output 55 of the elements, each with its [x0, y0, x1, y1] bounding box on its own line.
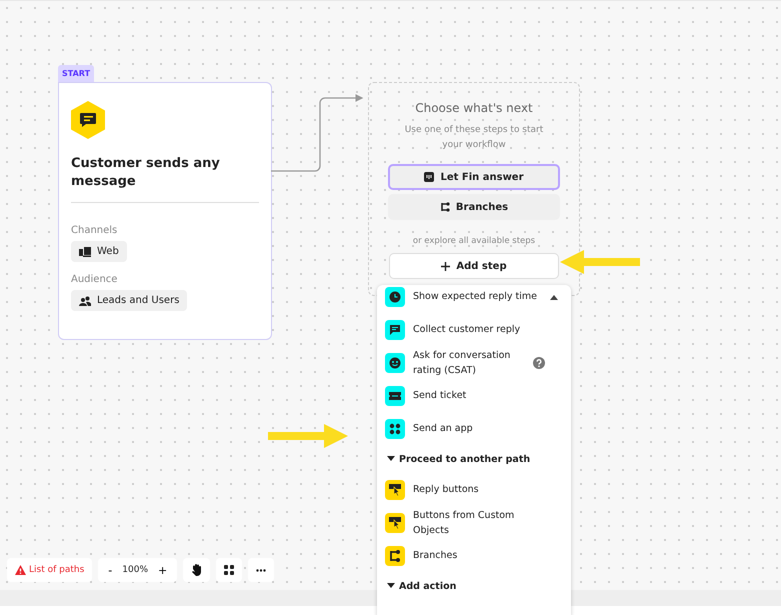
list-of-paths-button[interactable]: List of paths [7, 558, 92, 582]
menu-item-label: Collect customer reply [413, 323, 520, 337]
warning-icon [15, 565, 26, 575]
channels-label: Channels [71, 225, 118, 236]
step-option-button[interactable]: Branches [388, 194, 560, 220]
menu-item[interactable]: Send an app [385, 412, 545, 445]
menu-item[interactable]: Buttons from Custom Objects [385, 506, 545, 539]
step-option-button[interactable]: Let Fin answer [388, 164, 560, 190]
explore-hint: or explore all available steps [412, 236, 536, 246]
menu-item[interactable]: Branches [385, 539, 545, 572]
menu-item-label: Ask for conversation rating (CSAT) [413, 348, 512, 378]
audience-name: Leads and Users [97, 295, 180, 306]
grid-view-button[interactable] [216, 558, 242, 582]
triangle-down-icon [387, 456, 395, 462]
menu-section-header[interactable]: Add action [385, 572, 545, 600]
add-step-button[interactable]: Add step [389, 253, 559, 279]
triangle-down-icon [387, 583, 395, 589]
chat-bubble-icon [389, 324, 401, 336]
more-icon [256, 568, 266, 572]
branches-icon [389, 550, 401, 562]
plus-icon [441, 262, 450, 270]
start-badge: START [58, 65, 94, 82]
scroll-up-icon [550, 295, 558, 301]
menu-item[interactable]: Send ticket [385, 379, 545, 412]
menu-section-header[interactable]: Proceed to another path [385, 445, 545, 473]
trigger-title: Customer sends any message [71, 155, 259, 203]
channel-name: Web [97, 246, 119, 257]
menu-item[interactable]: Show expected reply time [385, 285, 545, 313]
audience-label: Audience [71, 274, 118, 285]
cursor-icon [389, 516, 401, 528]
chat-bubble-icon [71, 101, 105, 139]
menu-item-label: Send ticket [413, 389, 466, 403]
trigger-card[interactable]: Customer sends any message Channels Web Audience Leads and Users [58, 82, 272, 340]
menu-item[interactable]: Reply buttons [385, 473, 545, 506]
people-icon [79, 296, 91, 306]
menu-item[interactable]: Collect customer reply [385, 313, 545, 346]
smiley-icon [389, 356, 401, 368]
hand-icon [191, 564, 202, 576]
menu-item-label: Send an app [413, 422, 473, 436]
next-step-hint: Use one of these steps to start your workflow [404, 124, 544, 152]
menu-item-label: Reply buttons [413, 483, 479, 497]
ticket-icon [389, 390, 401, 402]
pan-tool-button[interactable] [183, 558, 210, 582]
branches-icon [440, 202, 450, 212]
four-dots-icon [389, 422, 401, 434]
cursor-icon [389, 484, 401, 496]
next-step-title: Choose what's next [415, 101, 533, 115]
menu-item-label: Show expected reply time [413, 290, 537, 304]
menu-item[interactable]: Ask for conversation rating (CSAT) [385, 346, 545, 379]
zoom-level: 100% [121, 565, 149, 575]
menu-item-label: Buttons from Custom Objects [413, 508, 516, 538]
devices-icon [79, 246, 91, 256]
four-squares-icon [224, 565, 234, 575]
clock-icon [389, 290, 401, 302]
menu-item-label: Branches [413, 549, 458, 563]
